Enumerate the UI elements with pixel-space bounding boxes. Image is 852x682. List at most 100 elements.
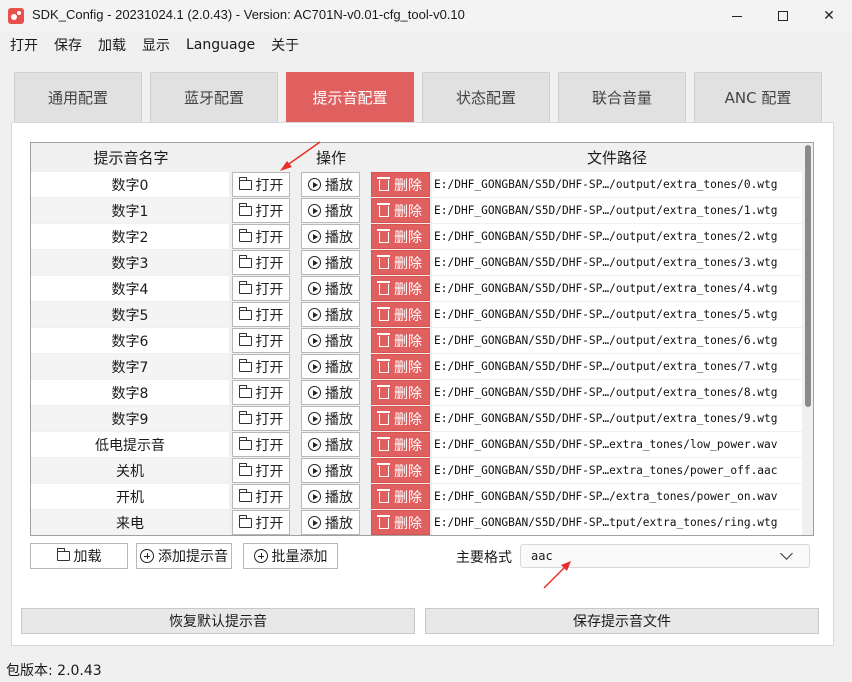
open-file-button[interactable]: 打开	[232, 250, 290, 275]
delete-button[interactable]: 删除	[371, 432, 430, 457]
play-button[interactable]: 播放	[301, 276, 360, 301]
delete-button[interactable]: 删除	[371, 198, 430, 223]
folder-icon	[238, 306, 252, 320]
delete-button[interactable]: 删除	[371, 224, 430, 249]
play-button[interactable]: 播放	[301, 172, 360, 197]
file-path[interactable]: E:/DHF_GONGBAN/S5D/DHF-SP…tput/extra_ton…	[432, 510, 802, 535]
tone-name: 开机	[31, 484, 229, 509]
file-path[interactable]: E:/DHF_GONGBAN/S5D/DHF-SP…/output/extra_…	[432, 224, 802, 249]
trash-icon	[377, 229, 390, 243]
open-file-button[interactable]: 打开	[232, 224, 290, 249]
table-row: 开机 打开 播放 删除 E:/DHF_GONGBAN/S5D/DHF-SP…/extra…	[31, 484, 803, 510]
maximize-button[interactable]	[760, 0, 806, 32]
app-logo-icon	[8, 8, 24, 24]
delete-button[interactable]: 删除	[371, 510, 430, 535]
tab-anc[interactable]: ANC 配置	[694, 72, 822, 122]
play-button[interactable]: 播放	[301, 510, 360, 535]
tab-tone[interactable]: 提示音配置	[286, 72, 414, 122]
file-path[interactable]: E:/DHF_GONGBAN/S5D/DHF-SP…/output/extra_…	[432, 276, 802, 301]
play-icon	[308, 178, 321, 191]
table-scrollbar[interactable]	[803, 143, 813, 535]
folder-icon	[238, 202, 252, 216]
restore-default-button[interactable]: 恢复默认提示音	[21, 608, 415, 634]
menu-open[interactable]: 打开	[10, 35, 38, 55]
file-path[interactable]: E:/DHF_GONGBAN/S5D/DHF-SP…/output/extra_…	[432, 302, 802, 327]
open-file-button[interactable]: 打开	[232, 198, 290, 223]
open-file-button[interactable]: 打开	[232, 380, 290, 405]
delete-button[interactable]: 删除	[371, 354, 430, 379]
batch-add-button[interactable]: 批量添加	[243, 543, 338, 569]
scrollbar-thumb[interactable]	[805, 145, 811, 407]
tab-bluetooth[interactable]: 蓝牙配置	[150, 72, 278, 122]
play-button[interactable]: 播放	[301, 328, 360, 353]
file-path[interactable]: E:/DHF_GONGBAN/S5D/DHF-SP…/output/extra_…	[432, 250, 802, 275]
open-file-button[interactable]: 打开	[232, 510, 290, 535]
delete-button[interactable]: 删除	[371, 250, 430, 275]
add-tone-button[interactable]: 添加提示音	[136, 543, 232, 569]
menu-display[interactable]: 显示	[142, 35, 170, 55]
folder-icon	[238, 228, 252, 242]
file-path[interactable]: E:/DHF_GONGBAN/S5D/DHF-SP…/output/extra_…	[432, 354, 802, 379]
plus-circle-icon	[253, 549, 268, 563]
tab-general[interactable]: 通用配置	[14, 72, 142, 122]
open-file-button[interactable]: 打开	[232, 302, 290, 327]
file-path[interactable]: E:/DHF_GONGBAN/S5D/DHF-SP…/output/extra_…	[432, 328, 802, 353]
play-button[interactable]: 播放	[301, 432, 360, 457]
file-path[interactable]: E:/DHF_GONGBAN/S5D/DHF-SP…extra_tones/po…	[432, 458, 802, 483]
open-file-button[interactable]: 打开	[232, 458, 290, 483]
play-button[interactable]: 播放	[301, 198, 360, 223]
format-label: 主要格式	[456, 550, 512, 566]
open-file-button[interactable]: 打开	[232, 328, 290, 353]
play-button[interactable]: 播放	[301, 380, 360, 405]
folder-icon	[238, 462, 252, 476]
open-file-button[interactable]: 打开	[232, 406, 290, 431]
play-icon	[308, 230, 321, 243]
menu-load[interactable]: 加载	[98, 35, 126, 55]
open-file-button[interactable]: 打开	[232, 276, 290, 301]
tab-status[interactable]: 状态配置	[422, 72, 550, 122]
plus-circle-icon	[140, 549, 154, 563]
tone-name: 关机	[31, 458, 229, 483]
file-path[interactable]: E:/DHF_GONGBAN/S5D/DHF-SP…/output/extra_…	[432, 380, 802, 405]
play-button[interactable]: 播放	[301, 302, 360, 327]
folder-icon	[238, 176, 252, 190]
delete-button[interactable]: 删除	[371, 172, 430, 197]
file-path[interactable]: E:/DHF_GONGBAN/S5D/DHF-SP…/extra_tones/p…	[432, 484, 802, 509]
delete-button[interactable]: 删除	[371, 276, 430, 301]
delete-button[interactable]: 删除	[371, 458, 430, 483]
file-path[interactable]: E:/DHF_GONGBAN/S5D/DHF-SP…/output/extra_…	[432, 406, 802, 431]
play-button[interactable]: 播放	[301, 406, 360, 431]
delete-button[interactable]: 删除	[371, 380, 430, 405]
open-file-button[interactable]: 打开	[232, 354, 290, 379]
menu-language[interactable]: Language	[186, 37, 255, 53]
play-button[interactable]: 播放	[301, 354, 360, 379]
open-file-button[interactable]: 打开	[232, 432, 290, 457]
folder-icon	[238, 436, 252, 450]
file-path[interactable]: E:/DHF_GONGBAN/S5D/DHF-SP…/output/extra_…	[432, 198, 802, 223]
header-path: 文件路径	[586, 149, 647, 167]
open-file-button[interactable]: 打开	[232, 172, 290, 197]
play-button[interactable]: 播放	[301, 458, 360, 483]
delete-button[interactable]: 删除	[371, 328, 430, 353]
delete-button[interactable]: 删除	[371, 302, 430, 327]
load-button[interactable]: 加载	[30, 543, 128, 569]
delete-button[interactable]: 删除	[371, 484, 430, 509]
play-icon	[308, 438, 321, 451]
play-button[interactable]: 播放	[301, 484, 360, 509]
tab-joint-volume[interactable]: 联合音量	[558, 72, 686, 122]
delete-button[interactable]: 删除	[371, 406, 430, 431]
file-path[interactable]: E:/DHF_GONGBAN/S5D/DHF-SP…extra_tones/lo…	[432, 432, 802, 457]
table-row: 数字4 打开 播放 删除 E:/DHF_GONGBAN/S5D/DHF-SP…/outp…	[31, 276, 803, 302]
file-path[interactable]: E:/DHF_GONGBAN/S5D/DHF-SP…/output/extra_…	[432, 172, 802, 197]
title-bar: SDK_Config - 20231024.1 (2.0.43) - Versi…	[0, 0, 852, 32]
minimize-button[interactable]	[714, 0, 760, 32]
menu-save[interactable]: 保存	[54, 35, 82, 55]
open-file-button[interactable]: 打开	[232, 484, 290, 509]
format-select[interactable]: aac	[520, 544, 810, 568]
table-row: 来电 打开 播放 删除 E:/DHF_GONGBAN/S5D/DHF-SP…tput/e…	[31, 510, 803, 535]
close-button[interactable]: ✕	[806, 0, 852, 32]
play-button[interactable]: 播放	[301, 250, 360, 275]
menu-about[interactable]: 关于	[271, 35, 299, 55]
save-tone-file-button[interactable]: 保存提示音文件	[425, 608, 819, 634]
play-button[interactable]: 播放	[301, 224, 360, 249]
